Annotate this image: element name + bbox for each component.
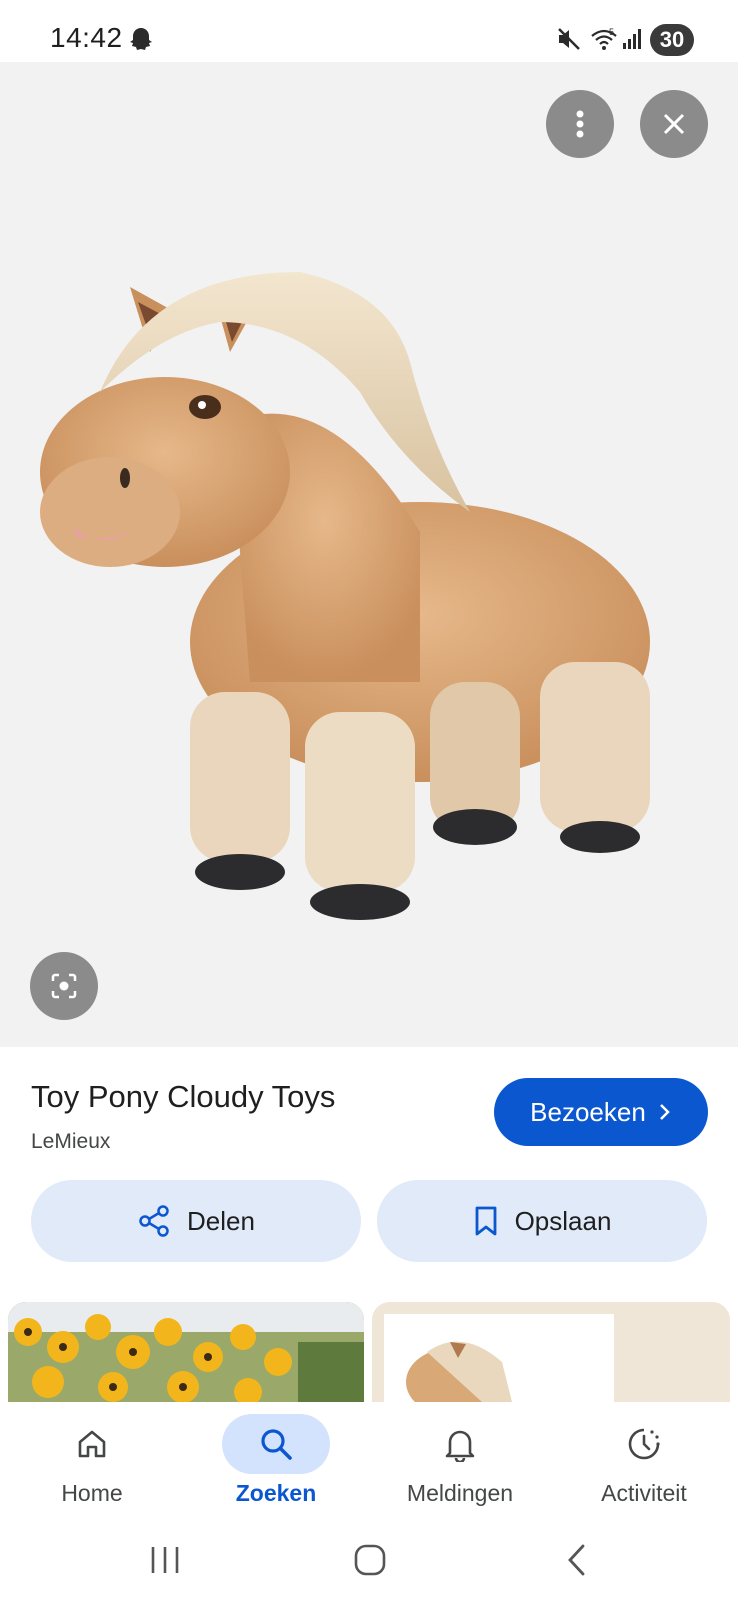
- image-viewer[interactable]: [0, 62, 738, 1047]
- battery-indicator: 30: [650, 24, 694, 56]
- share-icon: [139, 1205, 169, 1237]
- nav-activity-label: Activiteit: [601, 1480, 687, 1506]
- chevron-right-icon: [659, 1104, 670, 1120]
- pony-thumbnail: [372, 1302, 730, 1402]
- nav-activity-icon-wrap: [590, 1414, 698, 1474]
- home-nav-icon[interactable]: [352, 1542, 388, 1578]
- pony-image: [40, 272, 650, 920]
- status-bar: 14:42 5 30: [0, 0, 738, 62]
- bookmark-icon: [475, 1206, 496, 1236]
- nav-notifications-label: Meldingen: [406, 1480, 514, 1506]
- ghost-icon: [130, 28, 152, 50]
- save-label: Opslaan: [514, 1205, 612, 1236]
- product-title: Toy Pony Cloudy Toys: [31, 1079, 336, 1114]
- nav-notifications[interactable]: Meldingen: [368, 1402, 552, 1522]
- share-button[interactable]: Delen: [31, 1180, 361, 1262]
- status-time: 14:42: [50, 22, 123, 53]
- close-icon: [663, 113, 685, 135]
- related-image-pony[interactable]: [372, 1302, 730, 1402]
- related-image-flowers[interactable]: [8, 1302, 364, 1402]
- back-icon[interactable]: [564, 1542, 588, 1578]
- lens-button[interactable]: [30, 952, 98, 1020]
- search-icon: [261, 1429, 292, 1460]
- recents-icon[interactable]: [148, 1544, 182, 1576]
- network-badge: 5: [609, 27, 614, 37]
- more-options-button[interactable]: [546, 90, 614, 158]
- more-vert-icon: [576, 110, 584, 138]
- system-navigation: [0, 1522, 738, 1600]
- lens-icon: [51, 973, 77, 999]
- visit-label: Bezoeken: [530, 1096, 646, 1127]
- flowers-thumbnail: [8, 1302, 364, 1402]
- nav-home-label: Home: [61, 1480, 123, 1506]
- wifi-icon: 5: [591, 27, 617, 50]
- product-source[interactable]: LeMieux: [31, 1130, 110, 1154]
- nav-search-icon-wrap: [222, 1414, 330, 1474]
- visit-button[interactable]: Bezoeken: [494, 1078, 708, 1146]
- mute-icon: [558, 28, 580, 50]
- bottom-navigation: Home Zoeken Meldingen Activiteit: [0, 1402, 738, 1522]
- nav-search[interactable]: Zoeken: [184, 1402, 368, 1522]
- nav-notifications-icon-wrap: [406, 1414, 514, 1474]
- nav-home[interactable]: Home: [0, 1402, 184, 1522]
- signal-icon: [623, 29, 641, 49]
- bell-icon: [445, 1430, 475, 1462]
- save-button[interactable]: Opslaan: [377, 1180, 707, 1262]
- close-button[interactable]: [640, 90, 708, 158]
- activity-icon: [628, 1428, 660, 1460]
- nav-home-icon-wrap: [38, 1414, 146, 1474]
- home-icon: [78, 1430, 106, 1458]
- share-label: Delen: [187, 1205, 255, 1236]
- nav-activity[interactable]: Activiteit: [552, 1402, 736, 1522]
- nav-search-label: Zoeken: [235, 1480, 317, 1506]
